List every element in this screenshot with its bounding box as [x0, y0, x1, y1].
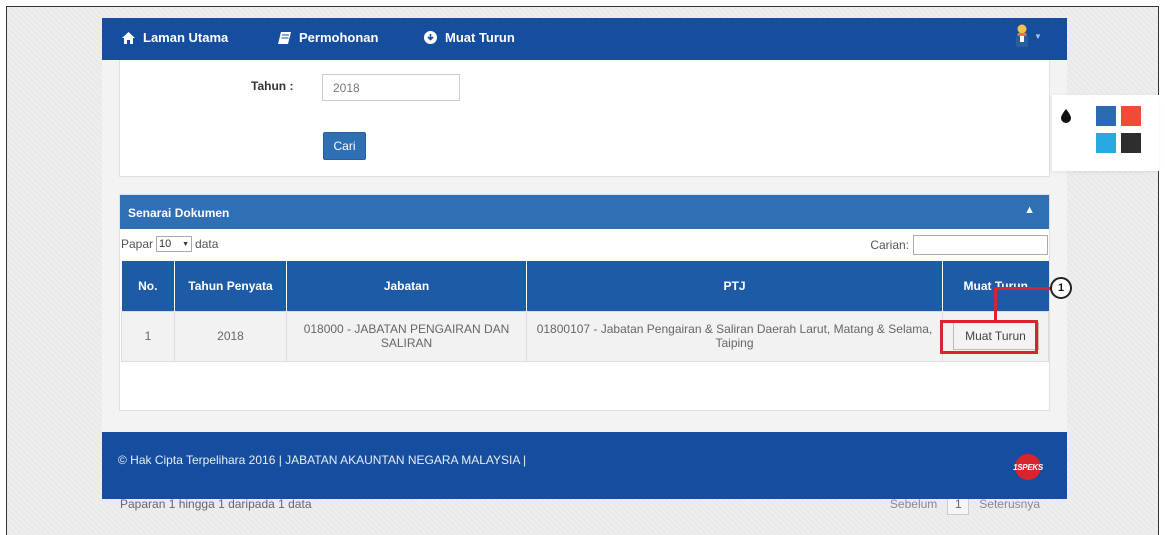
- prev-page-button[interactable]: Sebelum: [890, 497, 937, 511]
- cari-button[interactable]: Cari: [323, 132, 366, 160]
- papar-label: Papar: [121, 237, 154, 251]
- nav-label: Permohonan: [299, 30, 379, 45]
- nav-label: Muat Turun: [445, 30, 515, 45]
- chevron-up-icon[interactable]: ▲: [1024, 204, 1035, 216]
- table-row: 1 2018 018000 - JABATAN PENGAIRAN DAN SA…: [121, 310, 1049, 362]
- nav-label: Laman Utama: [143, 30, 229, 45]
- table-toolbar: Papar 10 ▼ data Carian:: [120, 229, 1049, 261]
- page-length-select[interactable]: 10 ▼: [156, 236, 193, 252]
- documents-panel: Senarai Dokumen ▲ Papar 10 ▼ data Carian…: [119, 194, 1050, 515]
- cell-ptj: 01800107 - Jabatan Pengairan & Saliran D…: [526, 310, 943, 362]
- select-arrow-icon: ▼: [182, 240, 190, 248]
- column-header[interactable]: No.: [121, 261, 175, 311]
- book-icon: [278, 31, 291, 44]
- download-icon: [424, 31, 437, 44]
- top-navbar: Laman Utama Permohonan Muat Turun ▼: [102, 18, 1067, 60]
- theme-swatch-dark[interactable]: [1121, 133, 1141, 153]
- nav-permohonan[interactable]: Permohonan: [278, 30, 378, 45]
- nav-laman-utama[interactable]: Laman Utama: [122, 30, 228, 45]
- theme-swatch-blue[interactable]: [1096, 106, 1116, 126]
- carian-input[interactable]: [913, 235, 1048, 255]
- color-drop-icon[interactable]: [1061, 109, 1071, 126]
- chevron-down-icon: ▼: [1034, 32, 1042, 41]
- column-header[interactable]: PTJ: [526, 261, 943, 311]
- tahun-input[interactable]: [322, 74, 460, 101]
- callout-badge: 1: [1050, 277, 1072, 299]
- page-length-control: Papar 10 ▼ data: [121, 236, 218, 252]
- callout-connector: [994, 287, 1054, 290]
- copyright-text: © Hak Cipta Terpelihara 2016 | JABATAN A…: [118, 453, 527, 467]
- page-length-value: 10: [159, 238, 172, 250]
- table-header-row: No. Tahun Penyata Jabatan PTJ Muat Turun: [121, 261, 1049, 311]
- cell-jabatan: 018000 - JABATAN PENGAIRAN DAN SALIRAN: [286, 310, 527, 362]
- theme-swatch-lightblue[interactable]: [1096, 133, 1116, 153]
- documents-panel-header: Senarai Dokumen ▲: [120, 195, 1049, 229]
- tahun-label: Tahun :: [251, 79, 294, 93]
- cell-tahun: 2018: [174, 310, 287, 362]
- highlight-box: [940, 320, 1038, 354]
- search-panel: Tahun : Cari: [119, 60, 1050, 177]
- theme-swatch-red[interactable]: [1121, 106, 1141, 126]
- main-content: Tahun : Cari Senarai Dokumen ▲ Papar 10 …: [102, 60, 1067, 515]
- cell-no: 1: [121, 310, 175, 362]
- next-page-button[interactable]: Seterusnya: [979, 497, 1040, 511]
- speks-logo: 1SPEKS: [1013, 454, 1043, 480]
- documents-panel-title: Senarai Dokumen: [128, 206, 230, 220]
- column-header[interactable]: Jabatan: [286, 261, 527, 311]
- home-icon: [122, 31, 135, 44]
- user-avatar-icon: [1015, 24, 1029, 51]
- carian-label: Carian:: [870, 238, 909, 252]
- table-info: Paparan 1 hingga 1 daripada 1 data: [120, 497, 312, 511]
- user-menu[interactable]: ▼: [1015, 24, 1042, 51]
- documents-table: No. Tahun Penyata Jabatan PTJ Muat Turun…: [121, 261, 1049, 362]
- table-search: Carian:: [870, 235, 1048, 255]
- page-footer: © Hak Cipta Terpelihara 2016 | JABATAN A…: [102, 432, 1067, 499]
- theme-color-panel: [1052, 95, 1159, 171]
- column-header[interactable]: Tahun Penyata: [174, 261, 287, 311]
- nav-muat-turun[interactable]: Muat Turun: [424, 30, 515, 45]
- data-label: data: [195, 237, 219, 251]
- callout-connector: [994, 288, 997, 321]
